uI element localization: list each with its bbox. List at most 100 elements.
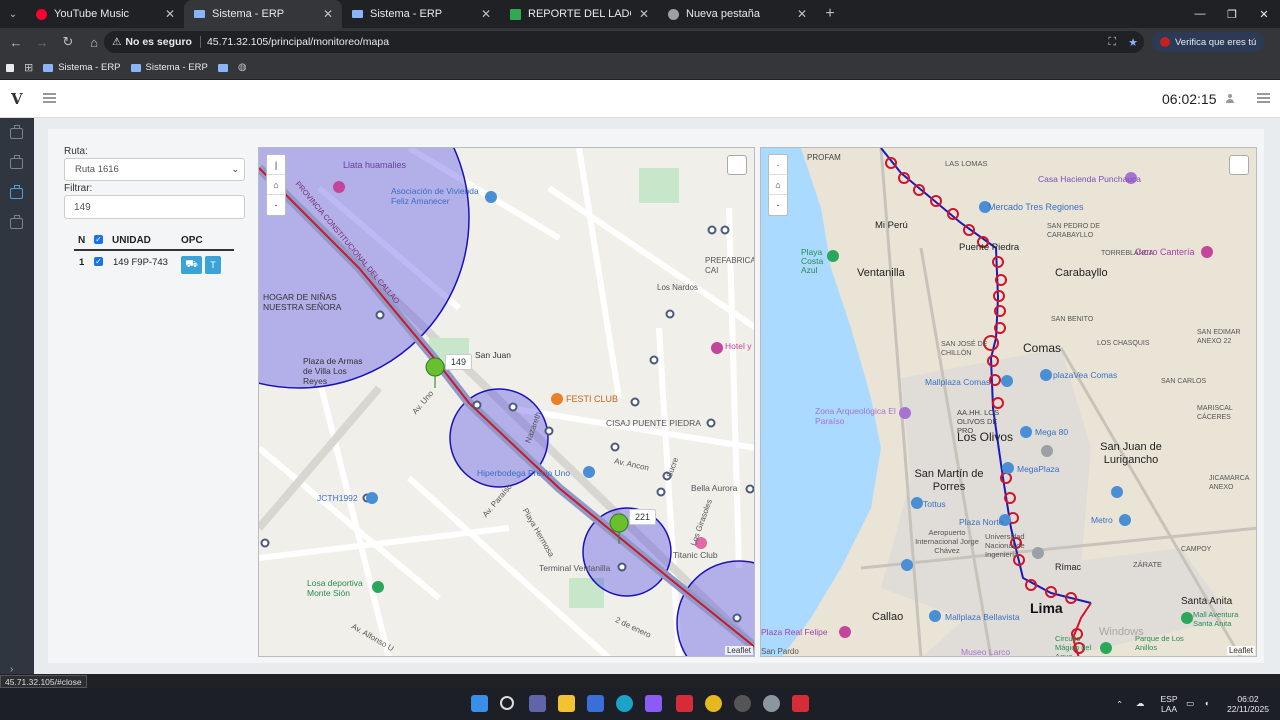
app-sidebar [0, 118, 34, 674]
system-clock[interactable]: 06:02 22/11/2025 [1222, 694, 1274, 714]
ruta-select[interactable]: Ruta 1616 ⌄ [64, 158, 245, 181]
hamburger-menu-icon[interactable] [43, 93, 56, 103]
zoom-out-button[interactable]: - [769, 195, 787, 215]
erp-favicon-icon [43, 63, 54, 72]
zoom-out-button[interactable]: - [267, 195, 285, 215]
bookmark-star-icon[interactable]: ★ [1128, 36, 1138, 49]
right-menu-icon[interactable] [1257, 93, 1270, 103]
close-icon[interactable]: ✕ [638, 7, 650, 21]
anydesk-icon-2[interactable] [792, 695, 809, 712]
youtube-music-icon [36, 8, 47, 20]
bookmarks-bar: ⊞ Sistema - ERP Sistema - ERP ◍ [0, 56, 1280, 80]
poi-aeropuerto-icon [901, 559, 913, 571]
car-button[interactable]: ⛟ [181, 256, 202, 274]
file-explorer-icon[interactable] [558, 695, 575, 712]
briefcase-icon[interactable] [10, 155, 23, 169]
map-label: PREFABRICA CAI [705, 256, 755, 275]
map-label: Losa deportiva Monte Sión [307, 578, 363, 598]
lang-bottom: LAA [1160, 704, 1178, 714]
chrome-taskbar-icon[interactable] [705, 695, 722, 712]
map-label: Plaza de Armas de Villa Los Reyes [303, 356, 363, 386]
tab-search-icon[interactable]: ⌄ [0, 0, 26, 28]
tab-label: Sistema - ERP [370, 8, 443, 20]
home-view-icon[interactable]: ⌂ [769, 175, 787, 195]
security-indicator[interactable]: ⚠ No es seguro [112, 36, 201, 48]
verify-identity-button[interactable]: Verifica que eres tú [1152, 32, 1265, 52]
close-icon[interactable]: ✕ [322, 7, 334, 21]
close-icon[interactable]: ✕ [796, 7, 808, 21]
poi-hiperbodega-icon [583, 466, 595, 478]
app-icon[interactable] [734, 695, 751, 712]
user-icon[interactable] [1226, 94, 1234, 103]
tab-groups-icon[interactable]: ⊞ [24, 61, 33, 74]
zoom-in-button[interactable]: · [769, 155, 787, 175]
left-map-attribution[interactable]: Leaflet [724, 646, 753, 655]
zoom-in-button[interactable]: | [267, 155, 285, 175]
bookmark-erp-3[interactable] [217, 63, 228, 72]
filtrar-input[interactable]: 149 [64, 195, 245, 219]
tab-nueva-pestana[interactable]: Nueva pestaña ✕ [658, 0, 816, 28]
map-label: ZÁRATE [1133, 560, 1163, 569]
right-map-attribution[interactable]: Leaflet [1226, 646, 1255, 655]
briefcase-icon[interactable] [10, 125, 23, 139]
tray-chevron-icon[interactable]: ⌃ [1116, 699, 1123, 709]
tab-sistema-erp-active[interactable]: Sistema - ERP ✕ [184, 0, 342, 28]
marker-label-149: 149 [445, 354, 473, 370]
edge-icon[interactable] [616, 695, 633, 712]
map-label: plazaVea Comas [1053, 370, 1118, 380]
home-icon[interactable]: ⌂ [82, 30, 106, 54]
copilot-icon[interactable] [645, 695, 662, 712]
forward-icon[interactable]: → [30, 30, 54, 54]
units-table-header: N ✓ UNIDAD OPC [74, 231, 234, 251]
select-all-checkbox[interactable]: ✓ [94, 235, 103, 244]
globe-icon[interactable]: ◍ [238, 62, 247, 73]
search-icon[interactable] [500, 696, 514, 710]
new-tab-button[interactable]: + [816, 0, 844, 28]
left-map[interactable]: Llata huamalies Asociación de Vivienda F… [258, 147, 755, 657]
ruta-selected-value: Ruta 1616 [75, 164, 119, 175]
sheets-icon [510, 8, 521, 20]
right-map-layers-button[interactable] [1229, 155, 1249, 175]
bookmark-sistema-erp-1[interactable]: Sistema - ERP [43, 62, 121, 73]
t-button[interactable]: T [205, 256, 221, 274]
map-label: San Pardo [761, 647, 799, 656]
minimize-icon[interactable]: — [1184, 0, 1216, 28]
teams-icon[interactable] [529, 695, 546, 712]
expand-sidebar-icon[interactable]: › [10, 664, 13, 675]
row-checkbox[interactable]: ✓ [94, 257, 103, 266]
anydesk-icon[interactable] [676, 695, 693, 712]
volume-icon[interactable]: ◖ [1204, 698, 1209, 708]
reload-icon[interactable]: ↻ [56, 30, 80, 54]
windows-start-icon[interactable] [471, 695, 488, 712]
map-label: JICAMARCA ANEXO [1209, 475, 1250, 491]
bookmark-sistema-erp-2[interactable]: Sistema - ERP [130, 62, 208, 73]
store-icon[interactable] [587, 695, 604, 712]
network-icon[interactable]: ▭ [1186, 698, 1194, 708]
tab-sistema-erp[interactable]: Sistema - ERP ✕ [342, 0, 500, 28]
left-map-layers-button[interactable] [727, 155, 747, 175]
map-label: Mall Aventura Santa Anita [1193, 610, 1239, 628]
tab-reporte[interactable]: REPORTE DEL LADO A VIPUSA ✕ [500, 0, 658, 28]
address-bar[interactable]: ⚠ No es seguro 45.71.32.105/principal/mon… [104, 31, 1144, 53]
briefcase-icon[interactable] [10, 215, 23, 229]
briefcase-icon-active[interactable] [10, 185, 23, 199]
settings-gear-icon[interactable] [763, 695, 780, 712]
map-label: San Juan de Lurigancho [1100, 441, 1162, 466]
close-window-icon[interactable]: ✕ [1248, 0, 1280, 28]
back-icon[interactable]: ← [4, 30, 28, 54]
marker-label-221: 221 [629, 509, 657, 525]
onedrive-icon[interactable]: ☁ [1136, 698, 1145, 708]
translate-icon[interactable]: ⛶ [1108, 36, 1116, 49]
close-icon[interactable]: ✕ [480, 7, 492, 21]
tab-youtube-music[interactable]: YouTube Music ✕ [26, 0, 184, 28]
right-map[interactable]: PROFAM LAS LOMAS Casa Hacienda Punchauca… [760, 147, 1257, 657]
apps-icon[interactable] [6, 63, 14, 72]
browser-toolbar: ← → ↻ ⌂ ⚠ No es seguro 45.71.32.105/princ… [0, 28, 1280, 75]
map-label: Tottus [923, 499, 946, 509]
bus-marker-149[interactable] [425, 357, 445, 389]
maximize-icon[interactable]: ❐ [1216, 0, 1248, 28]
language-indicator[interactable]: ESP LAA [1158, 694, 1180, 714]
close-icon[interactable]: ✕ [164, 7, 176, 21]
home-view-icon[interactable]: ⌂ [267, 175, 285, 195]
status-url-tooltip: 45.71.32.105/#close [0, 675, 87, 688]
